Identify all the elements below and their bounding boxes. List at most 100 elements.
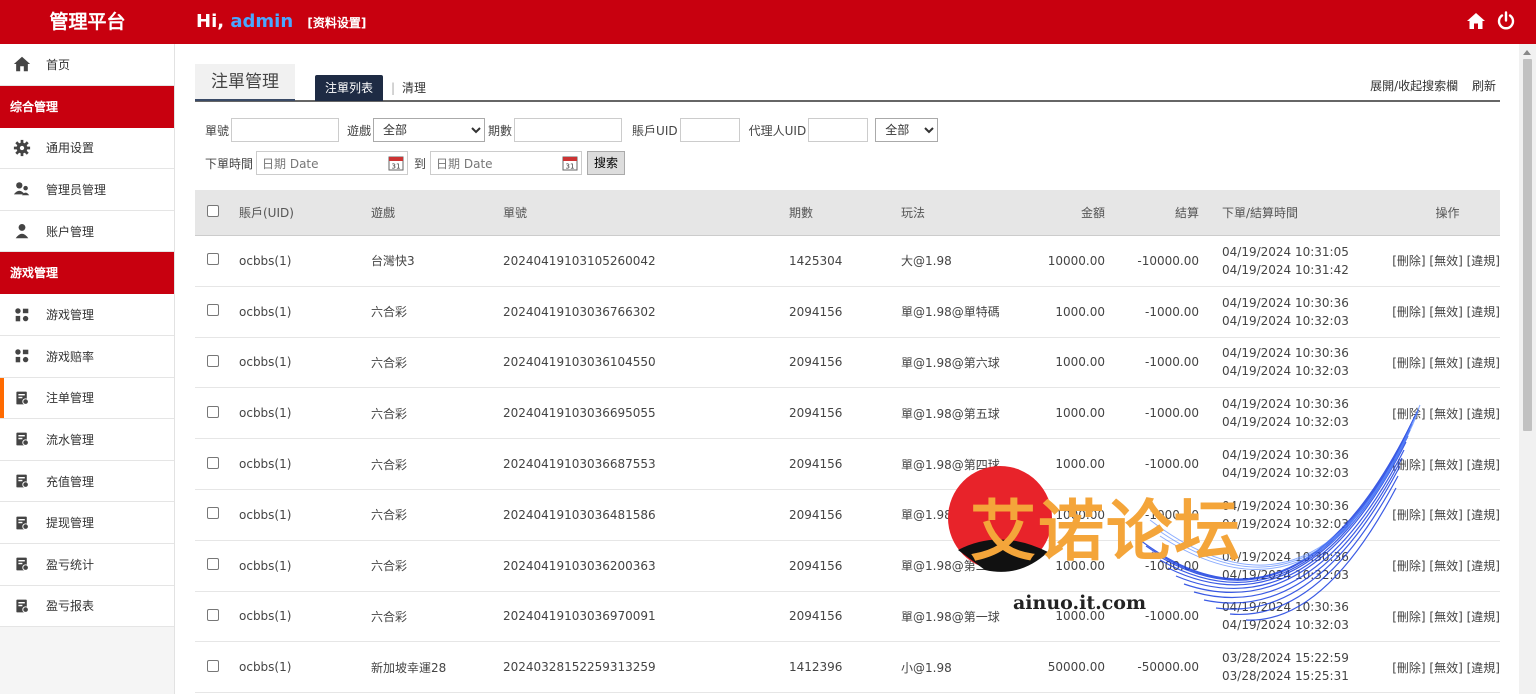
violation-link[interactable]: [違規] (1467, 305, 1500, 319)
cell-amount: 1000.00 (1055, 558, 1105, 573)
violation-link[interactable]: [違規] (1467, 610, 1500, 624)
sidebar-item-account-management[interactable]: 账户管理 (0, 210, 174, 253)
delete-link[interactable]: [刪除] (1392, 356, 1425, 370)
calendar-icon[interactable]: 31 (388, 155, 404, 171)
sidebar-item-admin-management[interactable]: 管理员管理 (0, 169, 174, 211)
violation-link[interactable]: [違規] (1467, 254, 1500, 268)
tab-bet-list[interactable]: 注單列表 (315, 75, 384, 101)
row-checkbox[interactable] (207, 253, 219, 266)
settle-time: 04/19/2024 10:32:03 (1222, 567, 1349, 582)
sidebar-item-flow-management[interactable]: 流水管理 (0, 419, 174, 461)
row-select-cell (195, 354, 239, 370)
search-button[interactable]: 搜索 (587, 151, 626, 175)
agent-uid-input[interactable] (808, 118, 869, 142)
violation-link[interactable]: [違規] (1467, 407, 1500, 421)
refresh-link[interactable]: 刷新 (1472, 79, 1496, 93)
scroll-thumb[interactable] (1523, 59, 1532, 431)
void-link[interactable]: [無效] (1429, 254, 1462, 268)
delete-link[interactable]: [刪除] (1392, 305, 1425, 319)
settle-time: 04/19/2024 10:32:03 (1222, 415, 1349, 430)
violation-link[interactable]: [違規] (1467, 356, 1500, 370)
order-no-input[interactable] (231, 118, 340, 142)
sidebar-item-bet-management[interactable]: 注单管理 (0, 377, 174, 420)
cell-ops: [刪除] [無效] [違規] (1365, 456, 1500, 473)
page-scrollbar[interactable] (1519, 44, 1536, 694)
violation-link[interactable]: [違規] (1467, 458, 1500, 472)
row-checkbox[interactable] (207, 354, 219, 367)
settle-time: 04/19/2024 10:32:03 (1222, 516, 1349, 531)
cell-time: 04/19/2024 10:30:36 04/19/2024 10:32:03 (1199, 548, 1365, 584)
cell-amount: 1000.00 (1055, 406, 1105, 421)
void-link[interactable]: [無效] (1429, 407, 1462, 421)
issue-input[interactable] (514, 118, 623, 142)
cell-account: ocbbs(1) (239, 609, 292, 624)
settle-time: 04/19/2024 10:32:03 (1222, 364, 1349, 379)
sidebar-item-general-settings[interactable]: 通用设置 (0, 127, 174, 170)
sidebar-item-home[interactable]: 首页 (0, 44, 174, 86)
settle-time: 04/19/2024 10:32:03 (1222, 618, 1349, 633)
delete-link[interactable]: [刪除] (1392, 458, 1425, 472)
status-select[interactable]: 全部 (875, 118, 939, 142)
account-uid-input[interactable] (679, 118, 740, 142)
table-row: ocbbs(1) 新加坡幸運28 20240328152259313259 14123… (195, 642, 1500, 694)
row-checkbox[interactable] (207, 304, 219, 317)
svg-text:31: 31 (566, 163, 575, 171)
delete-link[interactable]: [刪除] (1392, 559, 1425, 573)
delete-link[interactable]: [刪除] (1392, 661, 1425, 675)
cell-time: 04/19/2024 10:30:36 04/19/2024 10:32:03 (1199, 395, 1365, 431)
void-link[interactable]: [無效] (1429, 305, 1462, 319)
row-checkbox[interactable] (207, 405, 219, 418)
users-icon (12, 179, 32, 199)
sidebar-item-label: 充值管理 (46, 474, 95, 489)
cell-account: ocbbs(1) (239, 355, 292, 370)
cell-time: 04/19/2024 10:30:36 04/19/2024 10:32:03 (1199, 294, 1365, 330)
delete-link[interactable]: [刪除] (1392, 610, 1425, 624)
main-content: 注單管理 注單列表 | 清理 展開/收起搜索欄 刷新 單號 遊戲 全部 期數 賬… (195, 44, 1500, 694)
delete-link[interactable]: [刪除] (1392, 508, 1425, 522)
row-checkbox[interactable] (207, 659, 219, 672)
date-end-input[interactable] (430, 151, 583, 175)
profile-settings-link[interactable]: [资料设置] (307, 16, 366, 30)
order-time: 04/19/2024 10:30:36 (1222, 397, 1349, 412)
scroll-up-arrow-icon[interactable] (1523, 50, 1531, 55)
violation-link[interactable]: [違規] (1467, 559, 1500, 573)
cell-settle: -1000.00 (1145, 457, 1199, 472)
sidebar-item-withdraw-management[interactable]: 提现管理 (0, 502, 174, 544)
sidebar-item-game-odds[interactable]: 游戏赔率 (0, 335, 174, 378)
tab-actions: 展開/收起搜索欄 刷新 (1360, 75, 1496, 97)
sidebar-item-label: 盈亏报表 (46, 599, 95, 614)
row-checkbox[interactable] (207, 608, 219, 621)
delete-link[interactable]: [刪除] (1392, 407, 1425, 421)
row-checkbox[interactable] (207, 507, 219, 520)
sidebar-item-profit-stats[interactable]: 盈亏统计 (0, 543, 174, 586)
cell-order-no: 20240419103036695055 (503, 406, 656, 421)
void-link[interactable]: [無效] (1429, 610, 1462, 624)
sidebar-item-recharge-management[interactable]: 充值管理 (0, 460, 174, 503)
greeting-prefix: Hi, (196, 11, 225, 32)
home-icon[interactable] (1466, 11, 1486, 31)
void-link[interactable]: [無效] (1429, 661, 1462, 675)
calendar-icon[interactable]: 31 (562, 155, 578, 171)
row-checkbox[interactable] (207, 558, 219, 571)
delete-link[interactable]: [刪除] (1392, 254, 1425, 268)
violation-link[interactable]: [違規] (1467, 508, 1500, 522)
void-link[interactable]: [無效] (1429, 559, 1462, 573)
cell-settle: -1000.00 (1145, 558, 1199, 573)
void-link[interactable]: [無效] (1429, 508, 1462, 522)
select-all-checkbox[interactable] (207, 205, 219, 217)
toggle-search-link[interactable]: 展開/收起搜索欄 (1370, 79, 1458, 93)
tab-clear[interactable]: 清理 (402, 75, 426, 101)
header-account: 賬戶(UID) (239, 206, 294, 220)
row-checkbox[interactable] (207, 456, 219, 469)
void-link[interactable]: [無效] (1429, 458, 1462, 472)
game-select[interactable]: 全部 (373, 118, 486, 142)
sidebar-item-game-management[interactable]: 游戏管理 (0, 294, 174, 336)
cell-settle: -50000.00 (1137, 660, 1199, 675)
date-start-input[interactable] (256, 151, 409, 175)
sidebar-item-profit-report[interactable]: 盈亏报表 (0, 585, 174, 628)
power-icon[interactable] (1496, 11, 1516, 31)
void-link[interactable]: [無效] (1429, 356, 1462, 370)
header-play: 玩法 (901, 206, 926, 220)
violation-link[interactable]: [違規] (1467, 661, 1500, 675)
tab-separator: | (391, 81, 396, 95)
